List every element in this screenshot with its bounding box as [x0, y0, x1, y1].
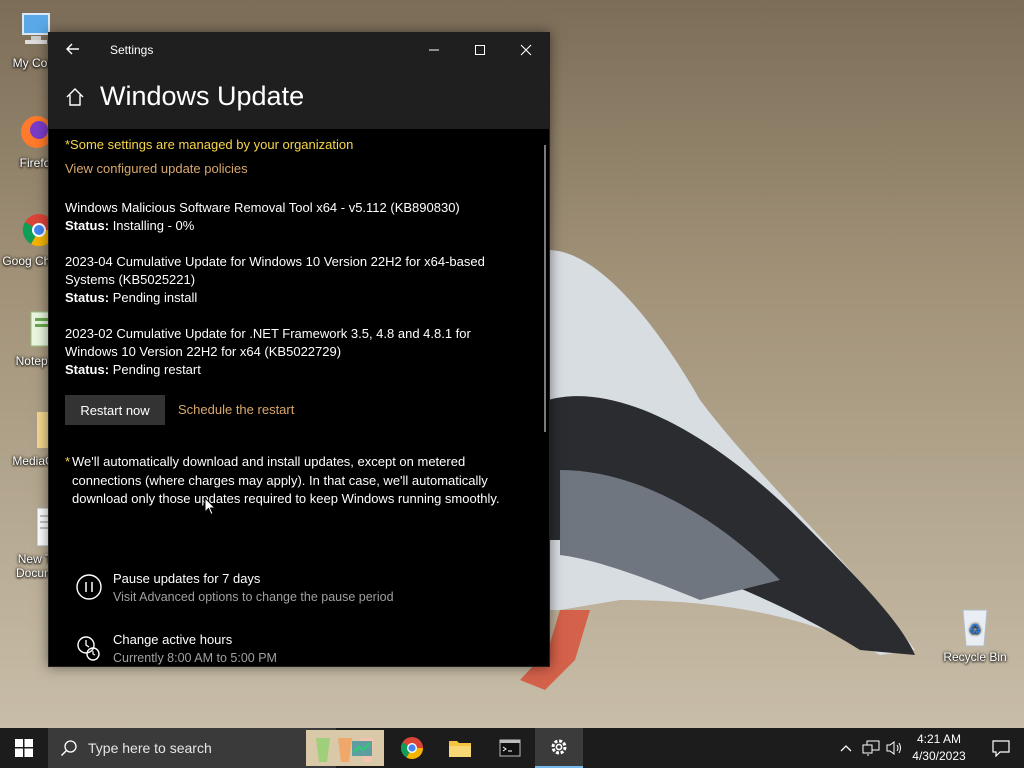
scrollbar-thumb[interactable] [544, 145, 546, 432]
update-status: Pending install [112, 290, 198, 305]
taskbar-file-explorer[interactable] [436, 728, 484, 768]
settings-window: Settings Windows Update *Some settings a… [48, 32, 550, 667]
windows-logo-icon [15, 739, 33, 757]
status-label: Status: [65, 362, 110, 377]
maximize-icon [475, 45, 485, 55]
restart-now-button[interactable]: Restart now [65, 395, 165, 425]
search-icon [60, 740, 77, 757]
clock-icon [75, 634, 103, 662]
update-status: Installing - 0% [112, 218, 195, 233]
option-title: Change active hours [113, 632, 233, 647]
close-icon [520, 44, 532, 56]
taskbar-command-prompt[interactable] [486, 728, 534, 768]
taskbar-clock[interactable]: 4:21 AM 4/30/2023 [902, 731, 976, 765]
title-bar[interactable]: Settings [49, 33, 549, 67]
status-label: Status: [65, 290, 110, 305]
taskbar-chrome[interactable] [388, 728, 436, 768]
recycle-bin-icon: ♻ [955, 604, 995, 648]
taskbar-settings[interactable] [535, 728, 583, 768]
pause-updates-option[interactable]: Pause updates for 7 days Visit Advanced … [75, 571, 515, 611]
task-manager-icon [352, 741, 372, 756]
terminal-icon [499, 739, 521, 757]
clock-time: 4:21 AM [916, 732, 962, 746]
desktop-icon-recycle-bin[interactable]: ♻ Recycle Bin [940, 604, 1010, 664]
change-active-hours-option[interactable]: Change active hours Currently 8:00 AM to… [75, 632, 515, 666]
view-policies-link[interactable]: View configured update policies [65, 161, 248, 176]
update-name: 2023-02 Cumulative Update for .NET Frame… [65, 326, 471, 359]
managed-notice: *Some settings are managed by your organ… [65, 137, 354, 152]
network-button[interactable] [860, 728, 882, 768]
back-arrow-icon[interactable] [63, 39, 83, 59]
taskbar-task-manager[interactable] [338, 728, 386, 768]
action-center-button[interactable] [978, 728, 1024, 768]
svg-text:♻: ♻ [969, 622, 982, 638]
taskbar: Type here to search 4:21 AM 4/30/2023 [0, 728, 1024, 768]
search-placeholder: Type here to search [88, 740, 212, 756]
update-name: Windows Malicious Software Removal Tool … [65, 200, 460, 215]
page-header: Windows Update [49, 67, 549, 129]
start-button[interactable] [0, 728, 48, 768]
desktop-icon-label: Recycle Bin [943, 650, 1007, 664]
update-item: 2023-02 Cumulative Update for .NET Frame… [65, 325, 525, 379]
page-title: Windows Update [100, 81, 305, 111]
option-subtitle: Visit Advanced options to change the pau… [113, 590, 394, 604]
note-asterisk: * [65, 454, 71, 469]
note-text: We'll automatically download and install… [72, 454, 500, 506]
folder-icon [449, 741, 471, 757]
clock-date: 4/30/2023 [912, 749, 966, 763]
close-button[interactable] [503, 33, 549, 67]
update-content: *Some settings are managed by your organ… [49, 129, 549, 666]
search-box[interactable]: Type here to search [48, 728, 384, 768]
auto-update-note: * We'll automatically download and insta… [65, 453, 532, 509]
mouse-cursor-icon [204, 497, 216, 516]
window-title: Settings [110, 43, 154, 57]
minimize-button[interactable] [411, 33, 457, 67]
maximize-button[interactable] [457, 33, 503, 67]
schedule-restart-link[interactable]: Schedule the restart [178, 402, 294, 417]
option-title: Pause updates for 7 days [113, 571, 261, 586]
status-label: Status: [65, 218, 110, 233]
update-status: Pending restart [112, 362, 201, 377]
gear-icon [551, 739, 567, 755]
show-hidden-icons-button[interactable] [836, 728, 856, 768]
update-name: 2023-04 Cumulative Update for Windows 10… [65, 254, 485, 287]
chevron-up-icon [840, 745, 852, 752]
network-icon [862, 740, 880, 756]
minimize-icon [429, 49, 439, 51]
update-item: 2023-04 Cumulative Update for Windows 10… [65, 253, 525, 307]
home-icon[interactable] [65, 87, 85, 112]
update-item: Windows Malicious Software Removal Tool … [65, 199, 525, 235]
notification-icon [992, 740, 1010, 757]
option-subtitle: Currently 8:00 AM to 5:00 PM [113, 651, 277, 665]
pause-icon [75, 573, 103, 601]
chrome-icon [401, 737, 423, 759]
